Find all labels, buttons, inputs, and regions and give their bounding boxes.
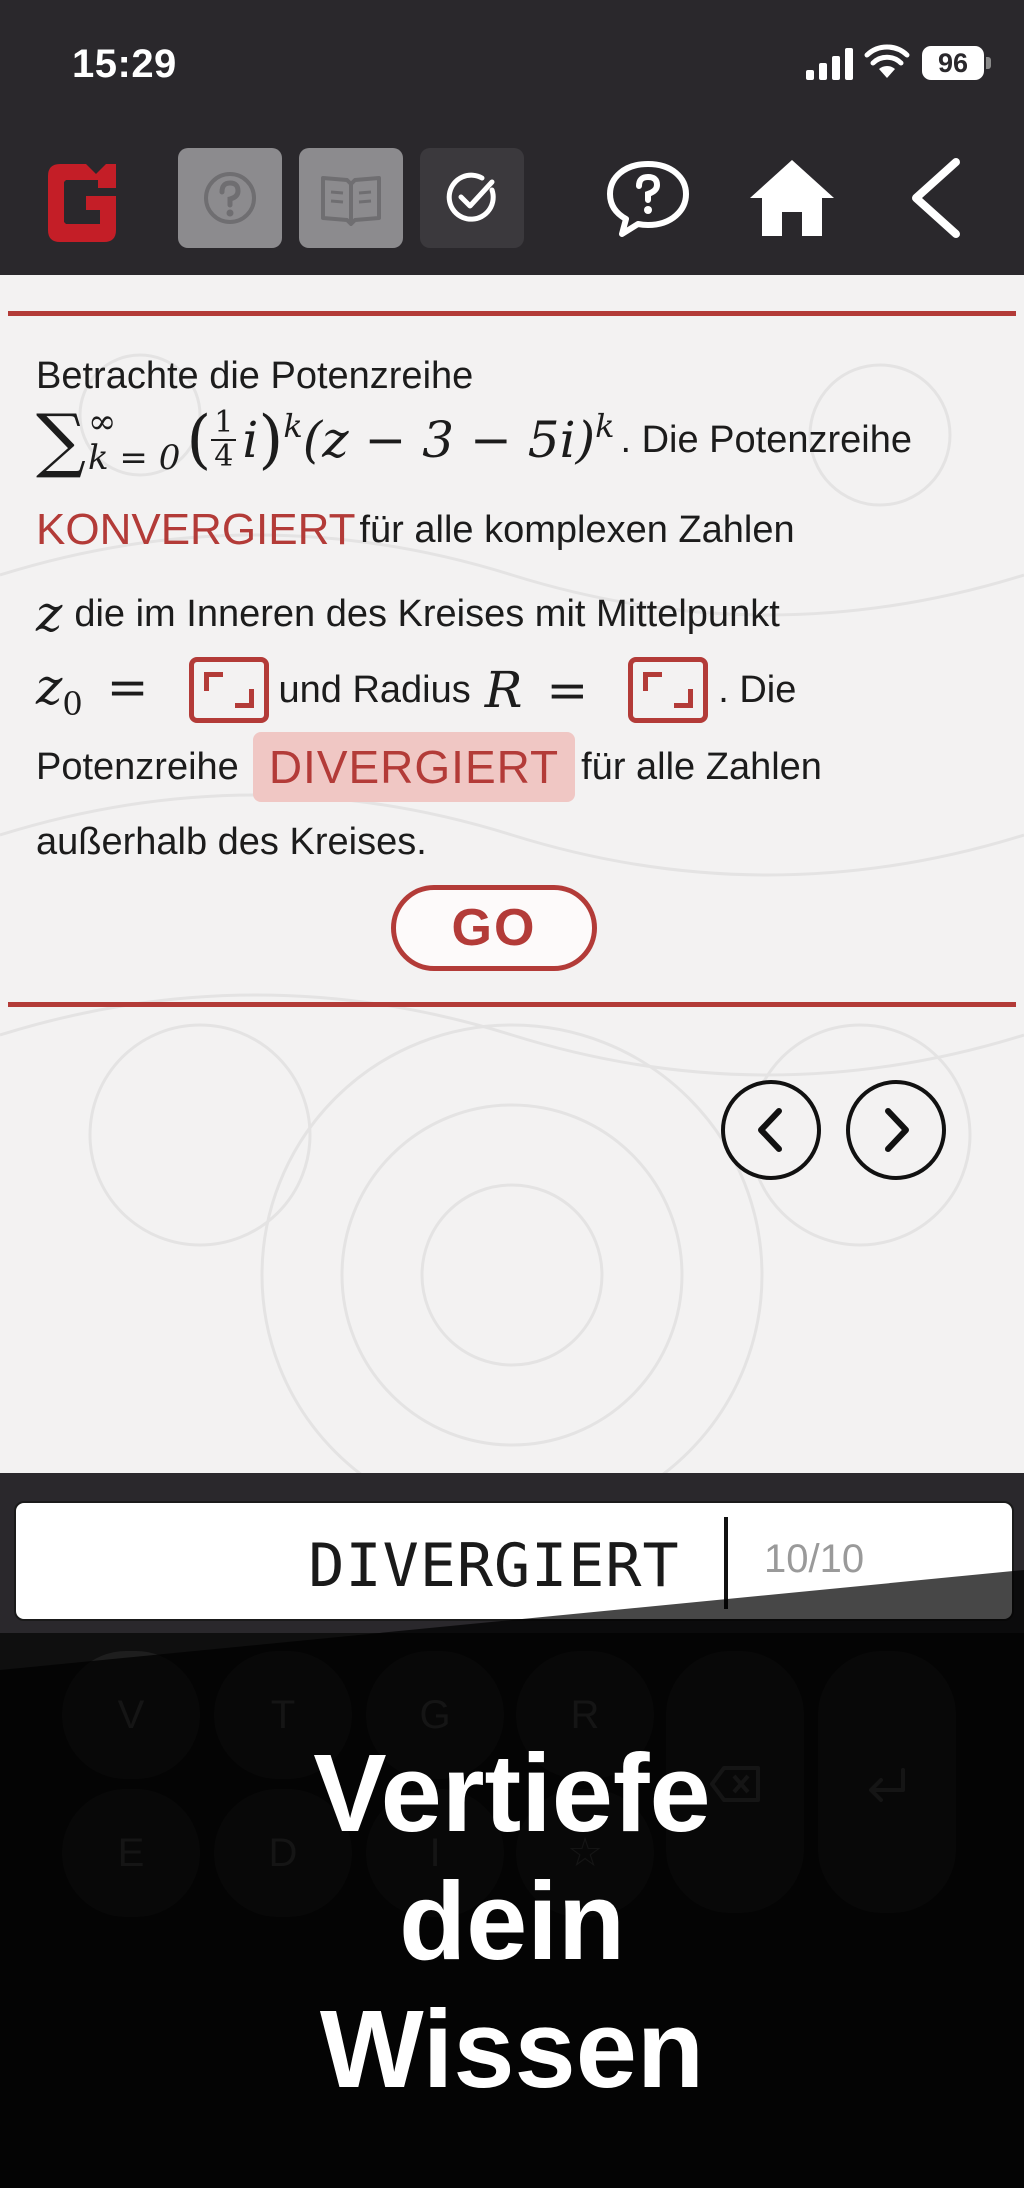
status-time: 15:29	[72, 42, 177, 86]
top-divider	[8, 311, 1016, 316]
exercise-line-5: z0 = und Radius R = . Die	[36, 645, 796, 735]
chat-question-icon[interactable]	[604, 156, 692, 240]
exercise-line-1: Betrachte die Potenzreihe	[36, 355, 473, 398]
check-button[interactable]	[420, 148, 524, 248]
wifi-icon	[864, 44, 910, 78]
line7-text: außerhalb des Kreises.	[36, 821, 427, 863]
back-chevron-icon[interactable]	[900, 156, 972, 240]
fraction-denominator: 4	[214, 439, 234, 474]
top-toolbar	[0, 130, 1024, 275]
home-icon[interactable]	[748, 156, 836, 240]
imaginary-unit: i	[242, 411, 259, 469]
next-button[interactable]	[846, 1080, 946, 1180]
binomial-term: (z − 3 − 5i)	[302, 411, 596, 469]
variable-z: z	[36, 585, 63, 643]
chevron-right-icon	[885, 1108, 909, 1152]
character-counter: 10/10	[764, 1537, 865, 1581]
slogan-line-3: Wissen	[319, 1988, 705, 2111]
sum-lower: k = 0	[87, 438, 181, 478]
exponent-2: k	[595, 407, 615, 445]
after-radius-text: . Die	[718, 668, 797, 711]
sum-symbol: ∑	[36, 399, 86, 481]
sum-upper: ∞	[87, 402, 117, 442]
line3-text: für alle komplexen Zahlen	[359, 508, 795, 551]
fraction-numerator: 1	[211, 407, 237, 441]
bottom-divider	[8, 1002, 1016, 1007]
chevron-left-icon	[758, 1108, 782, 1152]
exercise-panel: Betrachte die Potenzreihe ∑ ∞ k = 0 ( 1 …	[0, 275, 1024, 1473]
after-formula-text: . Die Potenzreihe	[620, 418, 912, 461]
signal-icon	[806, 48, 853, 80]
answer-divergiert-chip[interactable]: DIVERGIERT	[252, 732, 576, 802]
help-button[interactable]	[178, 148, 282, 248]
radius-label: R =	[484, 661, 589, 719]
checkmark-icon	[446, 172, 496, 222]
center-label: z0 =	[36, 657, 149, 723]
previous-button[interactable]	[721, 1080, 821, 1180]
book-button[interactable]	[299, 148, 403, 248]
power-series-formula: ∑ ∞ k = 0 ( 1 4 i ) k (z − 3 − 5i) k	[36, 399, 615, 481]
slogan-line-1: Vertiefe	[313, 1732, 711, 1855]
exercise-line-7: außerhalb des Kreises.	[36, 821, 427, 864]
battery-indicator: 96	[922, 46, 992, 80]
center-input-blank[interactable]	[188, 657, 269, 723]
radius-text: und Radius	[278, 668, 471, 711]
battery-level: 96	[922, 46, 984, 80]
formula-line: ∑ ∞ k = 0 ( 1 4 i ) k (z − 3 − 5i) k . D…	[36, 395, 912, 485]
exercise-line-4: z die im Inneren des Kreises mit Mittelp…	[36, 585, 780, 643]
exercise-line-6: Potenzreihe DIVERGIERT für alle Zahlen	[36, 725, 822, 809]
exercise-line-3: KONVERGIERT für alle komplexen Zahlen	[36, 505, 795, 555]
intro-text: Betrachte die Potenzreihe	[36, 355, 474, 397]
line6-text: für alle Zahlen	[581, 745, 822, 788]
line4-text: die im Inneren des Kreises mit Mittelpun…	[74, 592, 780, 635]
status-bar: 15:29 96	[0, 0, 1024, 130]
book-icon	[321, 176, 381, 226]
line6-start: Potenzreihe	[36, 745, 239, 788]
answer-konvergiert[interactable]: KONVERGIERT	[36, 505, 355, 555]
radius-input-blank[interactable]	[628, 657, 709, 723]
help-icon	[204, 172, 256, 224]
text-caret	[724, 1517, 728, 1609]
app-logo-icon[interactable]	[42, 158, 122, 246]
go-button[interactable]: GO	[391, 885, 597, 971]
exponent-1: k	[283, 407, 303, 445]
slogan-line-2: dein	[398, 1860, 626, 1983]
